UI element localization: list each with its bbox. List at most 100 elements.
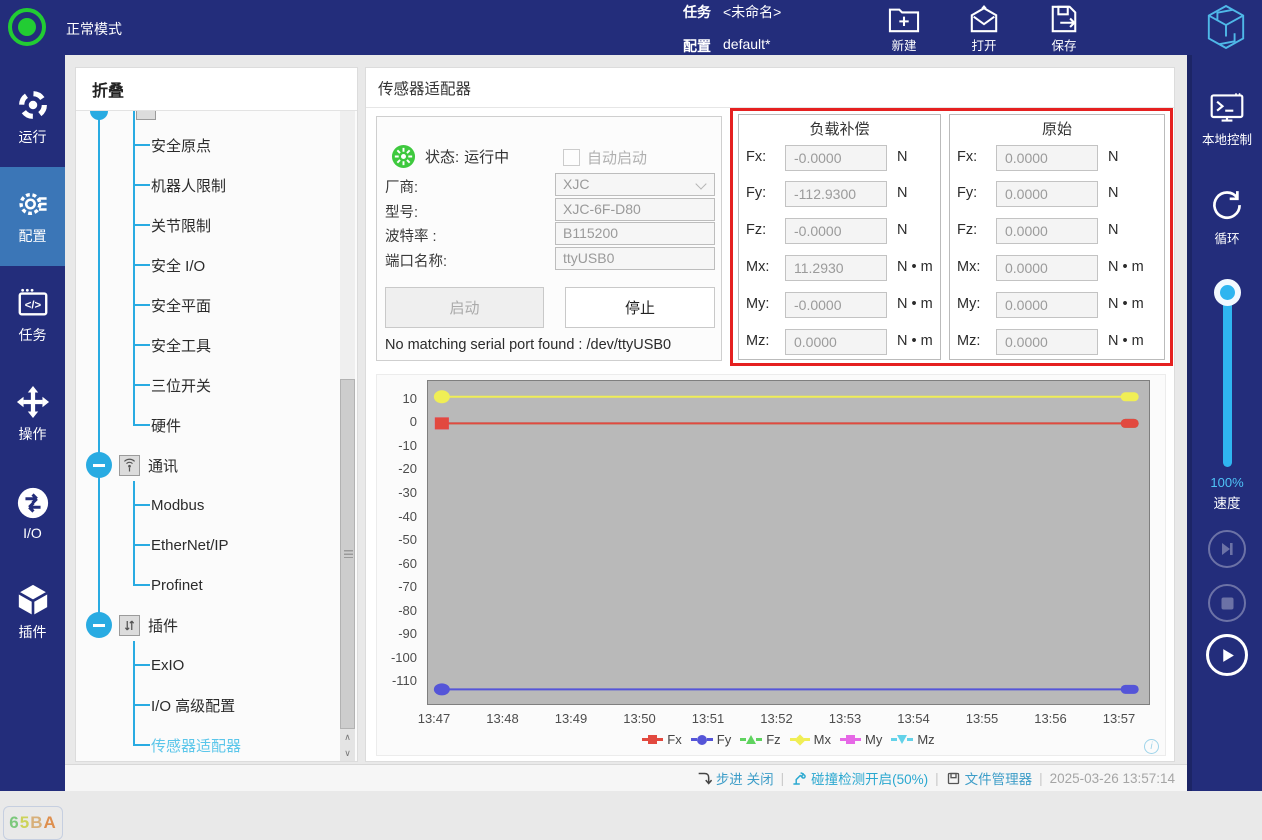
baudrate-input[interactable]: B115200	[555, 222, 715, 245]
x-tick-label: 13:51	[674, 711, 742, 726]
x-tick-label: 13:47	[400, 711, 468, 726]
config-value: default*	[723, 36, 770, 56]
speed-slider-handle[interactable]	[1214, 279, 1241, 306]
config-row: 配置 default*	[683, 36, 770, 56]
open-envelope-icon	[956, 4, 1012, 34]
bottom-status-bar: 步进 关闭 | 碰撞检测开启(50%) | 文件管理器 | 2025-03-26…	[65, 764, 1187, 791]
step-mode-status[interactable]: 步进 关闭	[697, 768, 774, 788]
scroll-down-button[interactable]: ∨	[340, 745, 355, 761]
tree-item-hardware[interactable]: 硬件	[76, 405, 357, 445]
load-compensated-panel: 负载补偿 Fx:-0.0000N Fy:-112.9300N Fz:-0.000…	[738, 114, 941, 360]
start-button[interactable]: 启动	[385, 287, 544, 328]
scroll-up-button[interactable]: ∧	[340, 729, 355, 745]
loop-button[interactable]: 循环	[1192, 188, 1262, 247]
tree-item-safety-home[interactable]: 安全原点	[76, 125, 357, 165]
tree-item-three-position-switch[interactable]: 三位开关	[76, 365, 357, 405]
nav-item-io[interactable]: I/O	[0, 464, 65, 563]
nav-item-run[interactable]: 运行	[0, 68, 65, 167]
port-field-row: 端口名称: ttyUSB0	[377, 247, 721, 271]
tree-item-robot-limits[interactable]: 机器人限制	[76, 165, 357, 205]
chevron-down-icon	[695, 178, 706, 189]
force-value-field: 0.0000	[996, 292, 1098, 318]
tree-node-communication[interactable]: 通讯	[76, 445, 357, 485]
baudrate-field-row: 波特率 : B115200	[377, 222, 721, 246]
collapse-toggle-icon[interactable]	[86, 452, 112, 478]
force-row: My:0.0000N • m	[950, 292, 1164, 318]
legend-item: Mx	[790, 732, 831, 747]
program-play-button[interactable]	[1206, 634, 1248, 676]
model-input[interactable]: XJC-6F-D80	[555, 198, 715, 221]
y-tick-label: -40	[377, 509, 417, 524]
vendor-field-row: 厂商: XJC	[377, 173, 721, 197]
mode-status-indicator	[8, 8, 46, 46]
tree-item-io-advanced[interactable]: I/O 高级配置	[76, 685, 357, 725]
tree-collapse-header[interactable]: 折叠	[76, 68, 357, 111]
port-input[interactable]: ttyUSB0	[555, 247, 715, 270]
tree-node-plugin[interactable]: 插件	[76, 605, 357, 645]
force-row: Fz:-0.0000N	[739, 218, 940, 244]
save-disk-icon	[1036, 4, 1092, 34]
speed-slider-track[interactable]	[1223, 295, 1232, 467]
collapse-toggle-icon[interactable]	[86, 612, 112, 638]
raw-values-panel: 原始 Fx:0.0000N Fy:0.0000N Fz:0.0000N Mx:0…	[949, 114, 1165, 360]
force-row: Fx:0.0000N	[950, 145, 1164, 171]
nav-item-jog[interactable]: 操作	[0, 365, 65, 464]
force-value-field: -0.0000	[785, 218, 887, 244]
force-value-field: 11.2930	[785, 255, 887, 281]
force-readout-highlight: 负载补偿 Fx:-0.0000N Fy:-112.9300N Fz:-0.000…	[730, 108, 1173, 366]
force-row: My:-0.0000N • m	[739, 292, 940, 318]
open-button[interactable]: 打开	[956, 4, 1012, 54]
tree-item-exio[interactable]: ExIO	[76, 645, 357, 685]
collision-detection-status[interactable]: 碰撞检测开启(50%)	[791, 768, 928, 788]
stop-button[interactable]: 停止	[565, 287, 715, 328]
task-row: 任务 <未命名>	[683, 2, 781, 22]
config-label: 配置	[683, 36, 711, 56]
y-tick-label: 10	[377, 391, 417, 406]
tree-item-profinet[interactable]: Profinet	[76, 565, 357, 605]
local-control-button[interactable]: 本地控制	[1192, 91, 1262, 148]
cube-icon	[16, 583, 50, 617]
y-tick-label: -100	[377, 650, 417, 665]
program-stop-button[interactable]	[1208, 584, 1246, 622]
step-next-button[interactable]	[1208, 530, 1246, 568]
tree-item-safety-tool[interactable]: 安全工具	[76, 325, 357, 365]
force-chart-panel: 100-10-20-30-40-50-60-70-80-90-100-110 1…	[376, 374, 1166, 756]
force-value-field: -0.0000	[785, 292, 887, 318]
tree-item-safety-plane[interactable]: 安全平面	[76, 285, 357, 325]
brand-logo-icon	[1205, 4, 1247, 50]
tree-item-sensor-adapter[interactable]: 传感器适配器	[76, 725, 357, 761]
new-button[interactable]: 新建	[876, 4, 932, 54]
scrollbar-thumb[interactable]	[340, 379, 355, 729]
force-value-field: 0.0000	[996, 329, 1098, 355]
tree-item-joint-limits[interactable]: 关节限制	[76, 205, 357, 245]
force-row: Mx:0.0000N • m	[950, 255, 1164, 281]
right-control-sidebar: 本地控制 循环 100% 速度	[1187, 55, 1262, 791]
tree-scrollbar[interactable]: ∧ ∨	[340, 111, 355, 761]
y-tick-label: 0	[377, 414, 417, 429]
nav-item-task[interactable]: </> 任务	[0, 266, 65, 365]
autostart-checkbox[interactable]	[563, 149, 580, 166]
tree-item-modbus[interactable]: Modbus	[76, 485, 357, 525]
autostart-option: 自动启动	[563, 147, 647, 168]
info-icon[interactable]: i	[1144, 739, 1159, 754]
antenna-icon	[119, 455, 140, 476]
save-button[interactable]: 保存	[1036, 4, 1092, 54]
x-tick-label: 13:55	[948, 711, 1016, 726]
y-tick-label: -80	[377, 603, 417, 618]
tree-item-ethernet-ip[interactable]: EtherNet/IP	[76, 525, 357, 565]
force-value-field: -0.0000	[785, 145, 887, 171]
autostart-label: 自动启动	[587, 147, 647, 168]
speed-percent: 100%	[1192, 475, 1262, 490]
status-value: 运行中	[464, 146, 509, 167]
running-sunburst-icon	[391, 144, 416, 169]
force-row: Fy:-112.9300N	[739, 181, 940, 207]
y-tick-label: -10	[377, 438, 417, 453]
file-manager-link[interactable]: 文件管理器	[946, 768, 1033, 788]
x-axis: 13:4713:4813:4913:5013:5113:5213:5313:54…	[427, 711, 1150, 727]
nav-item-config[interactable]: 配置	[0, 167, 65, 266]
run-target-icon	[16, 88, 50, 122]
tree-item-safety-io[interactable]: 安全 I/O	[76, 245, 357, 285]
y-tick-label: -90	[377, 626, 417, 641]
nav-item-plugin[interactable]: 插件	[0, 563, 65, 662]
vendor-select[interactable]: XJC	[555, 173, 715, 196]
